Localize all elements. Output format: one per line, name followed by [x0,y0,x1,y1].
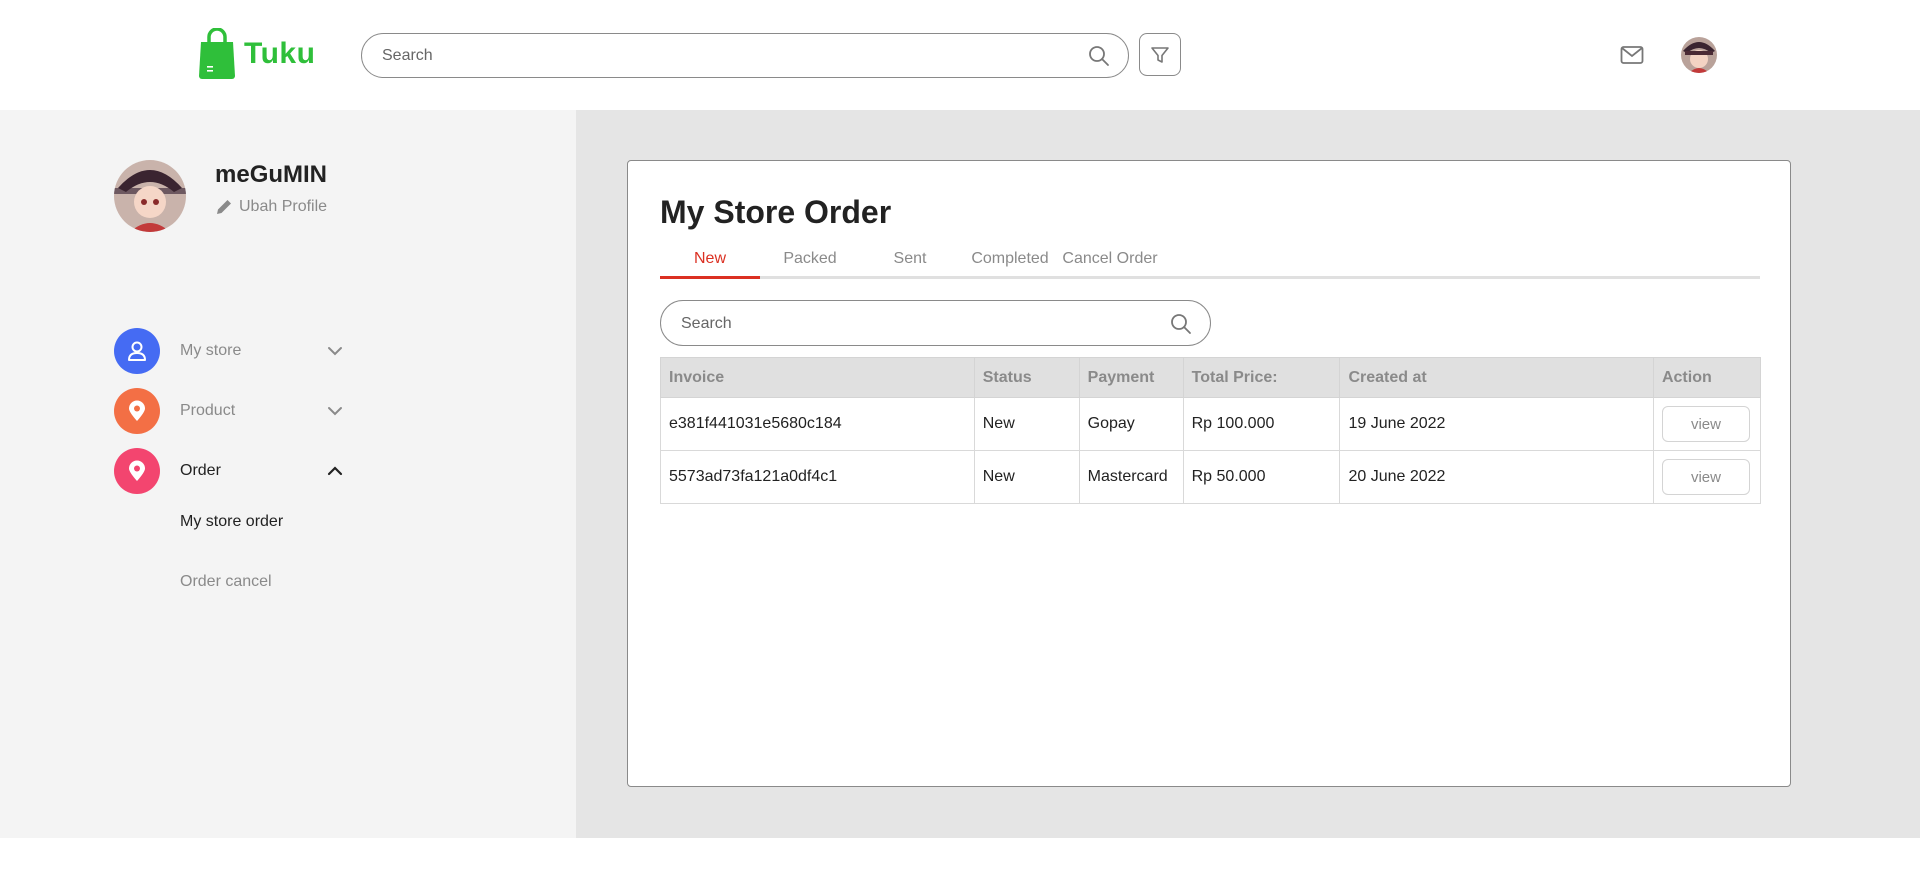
tab-packed[interactable]: Packed [760,247,860,279]
sidebar-item-product[interactable]: Product [114,388,344,434]
sidebar-item-label: My store [180,342,242,359]
order-tabs: New Packed Sent Completed Cancel Order [660,247,1760,279]
sidebar-item-my-store[interactable]: My store [114,328,344,374]
sidebar-item-label: Order [180,462,221,479]
sidebar-item-order[interactable]: Order [114,448,344,494]
top-header: Tuku [0,0,1920,110]
invoice-cell: 5573ad73fa121a0df4c1 [660,450,975,504]
main-content: My Store Order New Packed Sent Completed… [576,110,1920,838]
status-cell: New [973,397,1080,451]
order-search-input[interactable] [681,313,1151,335]
edit-profile-label: Ubah Profile [239,198,328,215]
view-button[interactable]: view [1661,459,1750,495]
action-cell: view [1652,450,1762,504]
tab-new[interactable]: New [660,247,760,279]
edit-profile-link[interactable]: Ubah Profile [215,198,327,216]
filter-icon [1151,46,1169,63]
invoice-cell: e381f441031e5680c184 [660,397,975,451]
pencil-icon [217,200,231,214]
sidebar-subitem-order-cancel[interactable]: Order cancel [180,573,272,591]
sidebar-subitem-my-store-order[interactable]: My store order [180,513,283,531]
filter-button[interactable] [1139,33,1181,76]
logo[interactable]: Tuku [198,28,315,80]
search-icon[interactable] [1170,313,1192,335]
order-card: My Store Order New Packed Sent Completed… [627,160,1791,787]
chevron-down-icon[interactable] [326,342,344,360]
location-pin-icon [114,388,160,434]
tab-cancel-order[interactable]: Cancel Order [1060,247,1160,279]
table-row: 5573ad73fa121a0df4c1 New Mastercard Rp 5… [660,450,1762,504]
shopping-bag-icon [199,28,235,79]
profile-name: meGuMIN [215,161,328,188]
user-icon [114,328,160,374]
created-at-cell: 19 June 2022 [1339,397,1654,451]
footer-strip [0,838,1920,880]
total-price-cell: Rp 50.000 [1182,450,1341,504]
tab-sent[interactable]: Sent [860,247,960,279]
column-header-status: Status [973,357,1080,398]
payment-cell: Mastercard [1078,450,1184,504]
status-cell: New [973,450,1080,504]
sidebar: meGuMIN Ubah Profile My store Product Or… [0,110,576,838]
column-header-payment: Payment [1078,357,1184,398]
payment-cell: Gopay [1078,397,1184,451]
sidebar-item-label: Product [180,402,236,419]
order-search-box [660,300,1211,346]
table-header-row: Invoice Status Payment Total Price: Crea… [660,357,1762,398]
tab-completed[interactable]: Completed [960,247,1060,279]
action-cell: view [1652,397,1762,451]
column-header-total-price: Total Price: [1182,357,1341,398]
header-search-input[interactable] [382,45,1062,67]
column-header-invoice: Invoice [660,357,975,398]
chevron-down-icon[interactable] [326,402,344,420]
location-pin-icon [114,448,160,494]
column-header-action: Action [1652,357,1762,398]
avatar[interactable] [1681,37,1717,73]
header-search-box [361,33,1129,78]
app-name: Tuku [244,37,316,70]
table-row: e381f441031e5680c184 New Gopay Rp 100.00… [660,397,1762,451]
chevron-up-icon[interactable] [326,462,344,480]
page-title: My Store Order [660,194,892,230]
column-header-created-at: Created at [1339,357,1654,398]
view-button[interactable]: view [1661,406,1750,442]
profile-avatar [114,160,186,232]
mail-icon[interactable] [1620,45,1644,65]
search-icon[interactable] [1088,45,1110,67]
orders-table: Invoice Status Payment Total Price: Crea… [660,357,1762,504]
total-price-cell: Rp 100.000 [1182,397,1341,451]
created-at-cell: 20 June 2022 [1339,450,1654,504]
